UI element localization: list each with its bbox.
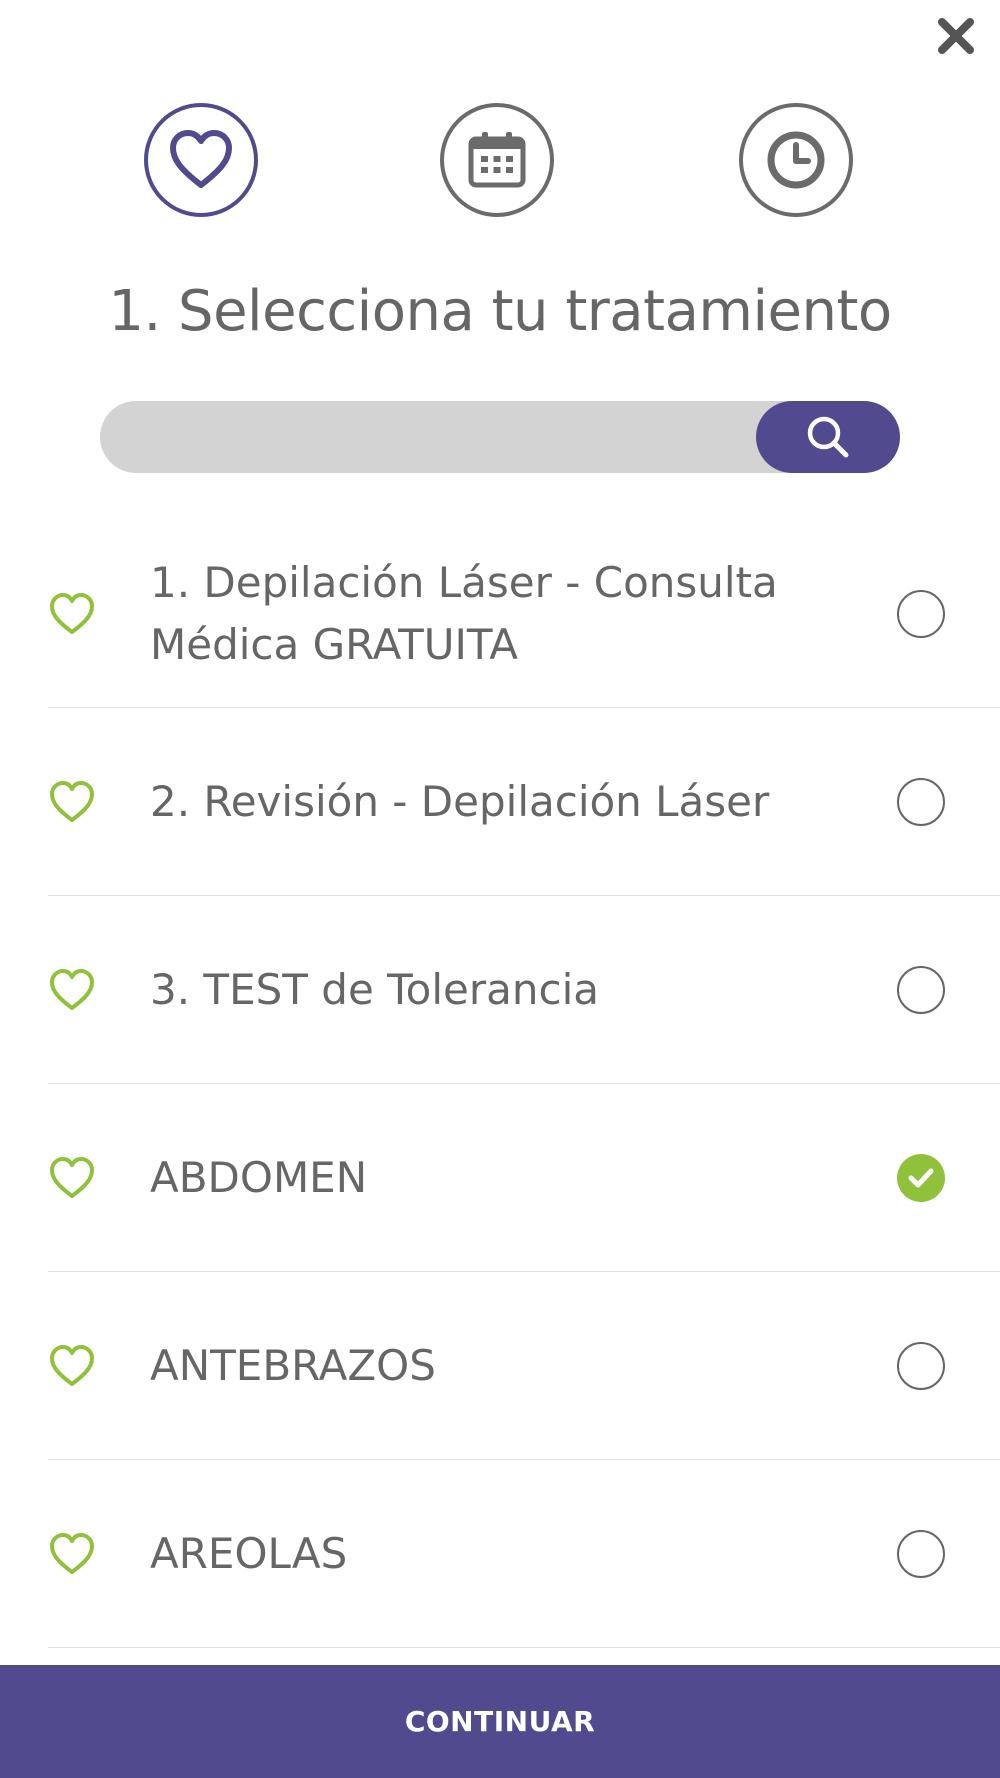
- radio-checked[interactable]: [897, 1154, 945, 1202]
- treatment-label: 1. Depilación Láser - Consulta Médica GR…: [150, 557, 778, 669]
- check-icon: [908, 1168, 934, 1188]
- favorite-button[interactable]: [48, 780, 96, 824]
- heart-icon: [50, 969, 94, 1010]
- treatment-list: 1. Depilación Láser - Consulta Médica GR…: [48, 520, 1000, 1648]
- close-button[interactable]: [936, 16, 976, 56]
- favorite-button[interactable]: [48, 1344, 96, 1388]
- list-item[interactable]: 1. Depilación Láser - Consulta Médica GR…: [48, 520, 1000, 708]
- list-item[interactable]: ABDOMEN: [48, 1084, 1000, 1272]
- step-time[interactable]: [739, 103, 853, 217]
- treatment-label: 3. TEST de Tolerancia: [150, 964, 599, 1014]
- favorite-button[interactable]: [48, 968, 96, 1012]
- radio-unchecked[interactable]: [897, 966, 945, 1014]
- favorite-button[interactable]: [48, 592, 96, 636]
- treatment-label: ABDOMEN: [150, 1152, 368, 1202]
- calendar-icon: [468, 132, 526, 188]
- favorite-button[interactable]: [48, 1156, 96, 1200]
- search-bar: [100, 401, 900, 475]
- treatment-label: ANTEBRAZOS: [150, 1340, 436, 1390]
- radio-unchecked[interactable]: [897, 1530, 945, 1578]
- list-item[interactable]: 2. Revisión - Depilación Láser: [48, 708, 1000, 896]
- heart-icon: [50, 1345, 94, 1386]
- heart-icon: [50, 1533, 94, 1574]
- close-icon: [938, 18, 974, 54]
- radio-unchecked[interactable]: [897, 778, 945, 826]
- list-item[interactable]: 3. TEST de Tolerancia: [48, 896, 1000, 1084]
- heart-icon: [170, 130, 232, 188]
- continue-button[interactable]: CONTINUAR: [0, 1665, 1000, 1778]
- search-input[interactable]: [130, 401, 744, 475]
- radio-unchecked[interactable]: [897, 590, 945, 638]
- search-button[interactable]: [756, 401, 900, 473]
- treatment-label: 2. Revisión - Depilación Láser: [150, 776, 770, 826]
- radio-unchecked[interactable]: [897, 1342, 945, 1390]
- clock-icon: [767, 131, 825, 189]
- step-treatment[interactable]: [144, 103, 258, 217]
- search-icon: [807, 416, 849, 458]
- favorite-button[interactable]: [48, 1532, 96, 1576]
- list-item[interactable]: ANTEBRAZOS: [48, 1272, 1000, 1460]
- heart-icon: [50, 781, 94, 822]
- list-item[interactable]: AREOLAS: [48, 1460, 1000, 1648]
- step-indicator: [0, 103, 1000, 223]
- treatment-label: AREOLAS: [150, 1528, 348, 1578]
- page-title: 1. Selecciona tu tratamiento: [108, 279, 892, 344]
- step-date[interactable]: [440, 103, 554, 217]
- booking-modal: 1. Selecciona tu tratamiento 1. Depilaci…: [0, 0, 1000, 1778]
- heart-icon: [50, 593, 94, 634]
- heart-icon: [50, 1157, 94, 1198]
